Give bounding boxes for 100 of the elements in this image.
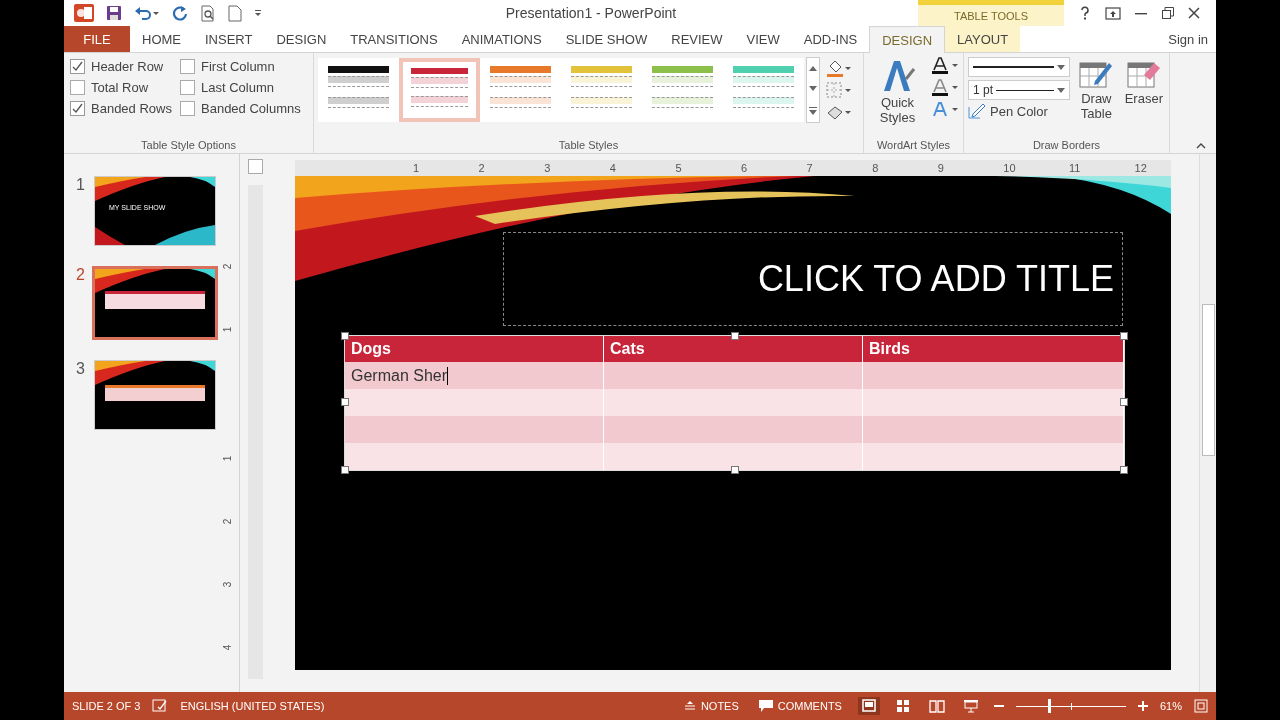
ruler-number: 4 [223,644,235,651]
checkbox[interactable] [180,101,195,116]
group-label: Table Style Options [140,139,237,151]
notes-button[interactable]: NOTES [679,700,743,712]
vertical-scrollbar[interactable] [1199,154,1216,692]
ruler-number: 2 [223,518,235,525]
ribbon-tab[interactable]: LAYOUT [945,26,1021,52]
comment-icon [758,700,773,712]
checkbox-label: Header Row [91,59,164,74]
checkbox[interactable] [70,80,85,95]
ribbon-display-icon[interactable] [1104,6,1121,20]
checkbox-label: Banded Rows [91,101,172,116]
save-icon[interactable] [106,5,122,21]
resize-handle[interactable] [341,466,349,474]
ruler-number: 2 [478,161,486,176]
title-placeholder[interactable]: CLICK TO ADD TITLE [503,232,1123,326]
undo-icon[interactable] [134,5,160,21]
text-fill-icon[interactable] [931,57,959,75]
slide-thumbnail[interactable] [94,360,216,430]
notes-icon [683,701,696,711]
ribbon-tab[interactable]: REVIEW [659,26,735,52]
fit-slide-icon[interactable] [1194,699,1208,713]
table-pencil-icon [1079,59,1114,89]
resize-handle[interactable] [731,466,739,474]
slide-number: 2 [76,266,86,284]
ruler-number: 9 [937,161,945,176]
ribbon-tab[interactable]: DESIGN [869,26,946,53]
ribbon-tab[interactable]: TRANSITIONS [338,26,450,52]
checkbox[interactable] [70,59,85,74]
pen-style-dropdown[interactable] [968,57,1070,77]
restore-icon[interactable] [1161,7,1174,19]
ruler-number: 3 [544,161,552,176]
slide-indicator: SLIDE 2 OF 3 [72,700,141,712]
language-indicator[interactable]: ENGLISH (UNITED STATES) [180,700,325,712]
text-outline-icon[interactable] [931,79,959,97]
ribbon-tab[interactable]: ANIMATIONS [449,26,554,52]
checkbox[interactable] [180,80,195,95]
draw-table-button[interactable]: Draw Table [1072,57,1121,123]
ribbon-tab[interactable]: INSERT [193,26,265,52]
ruler-number: 1 [413,161,421,176]
slide-table[interactable]: Dogs Cats Birds German Sher [344,335,1125,471]
checkbox-label: First Column [201,59,275,74]
ribbon-tab[interactable]: ADD-INS [791,26,870,52]
normal-view-icon[interactable] [857,697,880,715]
new-document-icon[interactable] [228,4,242,22]
collapse-ribbon-icon[interactable] [1196,142,1206,149]
resize-handle[interactable] [1120,398,1128,406]
scroll-down-icon[interactable] [809,86,817,92]
resize-handle[interactable] [341,398,349,406]
ruler-number: 2 [223,263,235,270]
eraser-button[interactable]: Eraser [1122,57,1165,123]
zoom-level[interactable]: 61% [1159,700,1182,712]
help-icon[interactable] [1080,6,1090,20]
ribbon-tab[interactable]: VIEW [734,26,792,52]
slide-thumbnail[interactable] [92,266,218,340]
resize-handle[interactable] [1120,332,1128,340]
slide-number: 1 [76,176,86,194]
ribbon-tab[interactable]: HOME [130,26,193,52]
more-icon[interactable] [809,106,817,115]
scroll-up-icon[interactable] [809,65,817,72]
customize-caret-icon[interactable] [254,9,262,17]
ruler-number: 8 [872,161,880,176]
ribbon-tab[interactable]: FILE [64,26,130,52]
spelling-icon[interactable] [152,699,169,713]
print-preview-icon[interactable] [200,4,216,22]
table-eraser-icon [1126,59,1161,89]
checkbox-label: Last Column [201,80,274,95]
zoom-in-icon[interactable] [1137,701,1148,711]
close-icon[interactable] [1188,7,1200,19]
effects-icon[interactable] [826,104,852,122]
resize-handle[interactable] [341,332,349,340]
window-title: Presentation1 - PowerPoint [504,5,678,21]
ruler-number: 7 [806,161,814,176]
group-label: Table Styles [557,139,620,151]
ruler-number: 11 [1068,161,1082,176]
contextual-tab-header: TABLE TOOLS [918,0,1064,26]
pen-weight-dropdown[interactable]: 1 pt [968,80,1070,100]
resize-handle[interactable] [731,332,739,340]
ribbon-tab[interactable]: SLIDE SHOW [553,26,660,52]
checkbox[interactable] [180,59,195,74]
ruler-number: 12 [1134,161,1148,176]
ruler-number: 6 [740,161,749,176]
quick-styles-button[interactable]: Quick Styles [868,57,927,127]
sign-in-link[interactable]: Sign in [1168,26,1216,52]
ruler-number: 3 [223,581,235,588]
zoom-slider[interactable] [1015,699,1126,713]
redo-icon[interactable] [172,5,188,21]
slide-number: 3 [76,360,86,378]
ribbon-tab[interactable]: DESIGN [264,26,339,52]
comments-button[interactable]: COMMENTS [754,700,846,712]
resize-handle[interactable] [1120,466,1128,474]
table-style-option[interactable] [318,58,399,122]
shading-icon[interactable] [826,58,852,78]
ruler-number: 1 [223,326,235,333]
checkbox[interactable] [70,101,85,116]
checkbox-label: Banded Columns [201,101,301,116]
pen-color-button[interactable]: Pen Color [968,103,1070,119]
ruler-number: 4 [609,161,617,176]
app-logo-icon [74,4,94,22]
checkbox-label: Total Row [91,80,149,95]
